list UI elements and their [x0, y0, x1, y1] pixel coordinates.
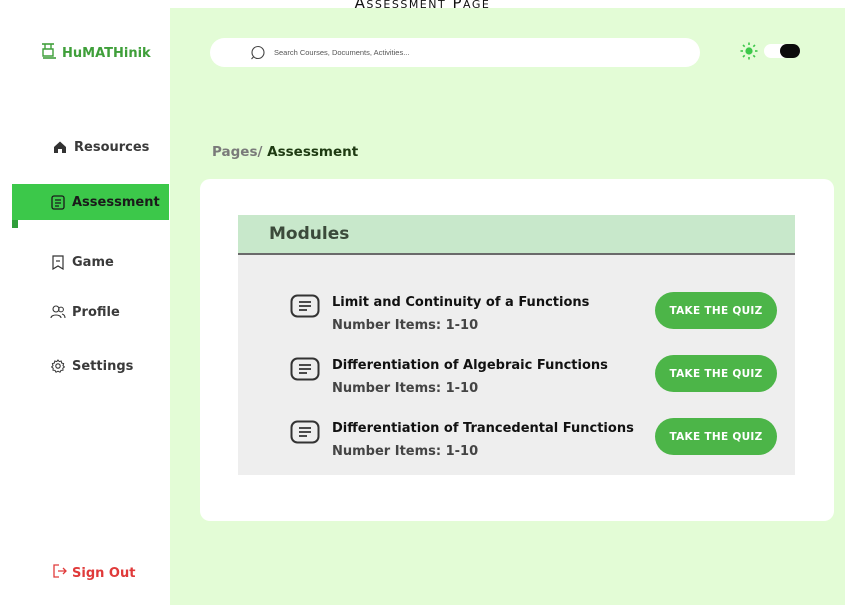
- app-logo[interactable]: HuMATHinik: [40, 42, 151, 61]
- bookmark-icon: [50, 254, 66, 270]
- toggle-knob: [780, 44, 800, 58]
- breadcrumb: Pages/ Assessment: [212, 144, 358, 160]
- document-icon: [50, 194, 66, 210]
- theme-toggle[interactable]: [764, 44, 800, 58]
- module-title: Limit and Continuity of a Functions: [332, 295, 590, 310]
- sign-out-label: Sign Out: [72, 565, 136, 581]
- sun-icon: [740, 42, 758, 60]
- app-name: HuMATHinik: [62, 46, 151, 61]
- search-input[interactable]: [274, 48, 654, 57]
- module-row: Differentiation of Algebraic Functions N…: [238, 355, 795, 405]
- sign-out-button[interactable]: Sign Out: [52, 564, 135, 582]
- sidebar: HuMATHinik Resources Assessment Game Pro…: [0, 8, 170, 605]
- document-icon: [290, 357, 320, 381]
- logo-icon: [42, 43, 56, 59]
- modules-title: Modules: [238, 215, 795, 255]
- assessment-card: Modules Limit and Continuity of a Functi…: [200, 179, 834, 521]
- search-bar[interactable]: [210, 38, 700, 67]
- main-content: Pages/ Assessment Modules Limit and Cont…: [170, 8, 845, 605]
- take-quiz-button[interactable]: TAKE THE QUIZ: [655, 292, 777, 329]
- home-icon: [52, 139, 68, 155]
- sidebar-item-profile[interactable]: Profile: [0, 294, 170, 330]
- module-row: Differentiation of Trancedental Function…: [238, 418, 795, 468]
- sidebar-item-label: Resources: [74, 139, 150, 155]
- sidebar-item-assessment[interactable]: Assessment: [12, 184, 169, 220]
- sign-out-icon: [52, 564, 68, 582]
- search-icon: [251, 45, 265, 60]
- take-quiz-button[interactable]: TAKE THE QUIZ: [655, 355, 777, 392]
- sidebar-item-label: Profile: [72, 304, 120, 320]
- module-items: Number Items: 1-10: [332, 318, 479, 333]
- gear-icon: [50, 358, 66, 374]
- breadcrumb-current: Assessment: [267, 144, 359, 160]
- module-items: Number Items: 1-10: [332, 444, 479, 459]
- module-title: Differentiation of Trancedental Function…: [332, 421, 634, 436]
- document-icon: [290, 294, 320, 318]
- modules-panel: Modules Limit and Continuity of a Functi…: [238, 215, 795, 475]
- module-items: Number Items: 1-10: [332, 381, 479, 396]
- take-quiz-button[interactable]: TAKE THE QUIZ: [655, 418, 777, 455]
- module-row: Limit and Continuity of a Functions Numb…: [238, 292, 795, 342]
- sidebar-item-settings[interactable]: Settings: [0, 348, 170, 384]
- sidebar-item-resources[interactable]: Resources: [0, 129, 170, 165]
- sidebar-item-label: Game: [72, 254, 114, 270]
- sidebar-item-game[interactable]: Game: [0, 244, 170, 280]
- breadcrumb-prefix[interactable]: Pages/: [212, 144, 262, 160]
- users-icon: [50, 304, 66, 320]
- sidebar-item-label: Assessment: [72, 194, 160, 210]
- sidebar-item-label: Settings: [72, 358, 134, 374]
- document-icon: [290, 420, 320, 444]
- module-title: Differentiation of Algebraic Functions: [332, 358, 608, 373]
